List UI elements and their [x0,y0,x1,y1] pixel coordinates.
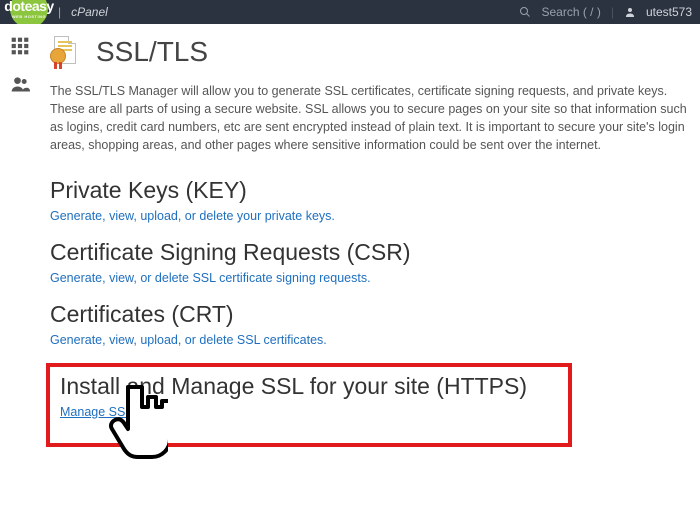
section-private-keys: Private Keys (KEY) Generate, view, uploa… [50,177,700,223]
topbar-right: Search ( / ) | utest573 [519,0,692,24]
section-heading: Install and Manage SSL for your site (HT… [60,373,558,400]
apps-grid-icon[interactable] [10,36,30,56]
section-csr: Certificate Signing Requests (CSR) Gener… [50,239,700,285]
cpanel-label: cPanel [71,5,108,19]
highlight-install-ssl: Install and Manage SSL for your site (HT… [46,363,572,447]
crt-link[interactable]: Generate, view, upload, or delete SSL ce… [50,333,327,347]
main-content: SSL/TLS The SSL/TLS Manager will allow y… [40,24,700,447]
logo-text-sub: WEB HOSTING [12,15,46,19]
section-heading: Private Keys (KEY) [50,177,700,204]
search-icon[interactable] [519,6,531,18]
search-label[interactable]: Search ( / ) [541,5,600,19]
section-crt: Certificates (CRT) Generate, view, uploa… [50,301,700,347]
divider: | [58,5,61,19]
page-intro: The SSL/TLS Manager will allow you to ge… [50,82,700,155]
manage-ssl-sites-link[interactable]: Manage SSL sites. [60,405,164,419]
ssl-certificate-icon [50,36,86,68]
users-icon[interactable] [10,74,30,94]
top-bar: doteasy WEB HOSTING | cPanel Search ( / … [0,0,700,24]
page-title-row: SSL/TLS [48,32,700,80]
user-icon[interactable] [624,6,636,18]
page-title: SSL/TLS [96,36,208,68]
section-heading: Certificate Signing Requests (CSR) [50,239,700,266]
side-rail [0,24,40,505]
section-install-ssl: Install and Manage SSL for your site (HT… [60,373,558,419]
section-heading: Certificates (CRT) [50,301,700,328]
private-keys-link[interactable]: Generate, view, upload, or delete your p… [50,209,335,223]
user-name[interactable]: utest573 [646,5,692,19]
logo-text-top: doteasy [4,0,53,13]
csr-link[interactable]: Generate, view, or delete SSL certificat… [50,271,371,285]
